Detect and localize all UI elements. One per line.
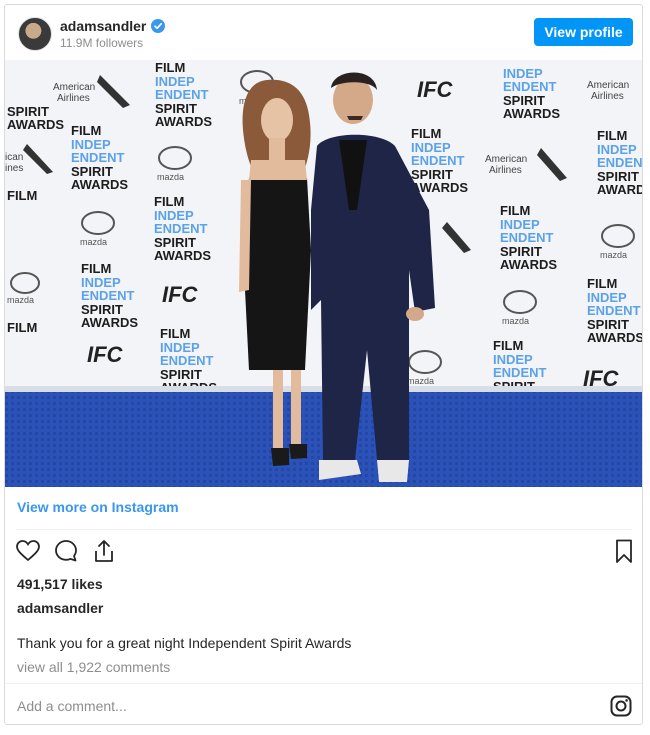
- like-heart-icon[interactable]: [15, 538, 41, 564]
- comment-bubble-icon[interactable]: [53, 538, 79, 564]
- svg-text:AWARDS: AWARDS: [155, 114, 212, 129]
- svg-text:FILM: FILM: [154, 194, 184, 209]
- svg-text:FILM: FILM: [587, 276, 617, 291]
- post-photo[interactable]: FILM FILM FILM FILM FILM FILM FILM FILM …: [5, 60, 642, 487]
- svg-text:ines: ines: [5, 163, 23, 174]
- svg-text:ENDENT: ENDENT: [500, 230, 554, 245]
- svg-text:ENDENT: ENDENT: [81, 288, 135, 303]
- svg-text:ENDENT: ENDENT: [154, 221, 208, 236]
- svg-text:AWARDS: AWARDS: [500, 257, 557, 272]
- svg-text:ENDENT: ENDENT: [160, 353, 214, 368]
- svg-text:ENDENT: ENDENT: [71, 150, 125, 165]
- bookmark-icon[interactable]: [611, 538, 637, 564]
- svg-text:ENDENT: ENDENT: [411, 153, 465, 168]
- svg-text:Airlines: Airlines: [489, 165, 522, 176]
- post-caption: Thank you for a great night Independent …: [17, 635, 352, 651]
- svg-text:mazda: mazda: [80, 237, 107, 247]
- svg-text:American: American: [587, 80, 629, 91]
- svg-text:AWARDS: AWARDS: [81, 315, 138, 330]
- instagram-logo-icon[interactable]: [610, 695, 632, 717]
- svg-text:AWARDS: AWARDS: [154, 248, 211, 263]
- comment-bar: [5, 683, 642, 726]
- svg-text:IFC: IFC: [417, 77, 454, 102]
- svg-text:AWARDS: AWARDS: [7, 117, 64, 132]
- follower-count: 11.9M followers: [60, 36, 144, 50]
- svg-text:IFC: IFC: [162, 282, 199, 307]
- svg-text:FILM: FILM: [81, 261, 111, 276]
- svg-text:American: American: [485, 154, 527, 165]
- svg-text:Airlines: Airlines: [57, 93, 90, 104]
- svg-text:FILM: FILM: [7, 320, 37, 335]
- svg-text:mazda: mazda: [157, 172, 184, 182]
- share-icon[interactable]: [91, 538, 117, 564]
- svg-text:IFC: IFC: [87, 342, 124, 367]
- svg-text:ican: ican: [5, 152, 23, 163]
- svg-text:AWARDS: AWARDS: [71, 177, 128, 192]
- action-bar: [15, 538, 635, 568]
- add-comment-input[interactable]: [15, 694, 579, 718]
- svg-text:FILM: FILM: [155, 60, 185, 75]
- svg-text:FILM: FILM: [160, 326, 190, 341]
- svg-text:Airlines: Airlines: [591, 91, 624, 102]
- svg-text:ENDENT: ENDENT: [587, 303, 641, 318]
- svg-text:FILM: FILM: [411, 126, 441, 141]
- verified-badge-icon: [151, 19, 165, 33]
- svg-text:AWARDS: AWARDS: [597, 182, 642, 197]
- svg-text:AWARDS: AWARDS: [503, 106, 560, 121]
- like-count[interactable]: 491,517 likes: [17, 576, 103, 592]
- svg-text:American: American: [53, 82, 95, 93]
- svg-text:FILM: FILM: [493, 338, 523, 353]
- view-more-on-instagram-link[interactable]: View more on Instagram: [17, 499, 179, 515]
- avatar[interactable]: [18, 17, 52, 51]
- username[interactable]: adamsandler: [60, 18, 146, 34]
- svg-text:ENDENT: ENDENT: [597, 155, 642, 170]
- svg-text:FILM: FILM: [500, 203, 530, 218]
- svg-text:ENDENT: ENDENT: [155, 87, 209, 102]
- post-owner-username[interactable]: adamsandler: [17, 600, 103, 616]
- divider: [17, 529, 631, 530]
- svg-text:mazda: mazda: [502, 316, 529, 326]
- svg-text:FILM: FILM: [71, 123, 101, 138]
- svg-text:mazda: mazda: [600, 250, 627, 260]
- svg-text:mazda: mazda: [407, 376, 434, 386]
- view-all-comments-link[interactable]: view all 1,922 comments: [17, 659, 170, 675]
- view-profile-button[interactable]: View profile: [534, 18, 633, 46]
- svg-text:ENDENT: ENDENT: [493, 365, 547, 380]
- svg-text:AWARDS: AWARDS: [587, 330, 642, 345]
- instagram-embed-card: adamsandler 11.9M followers View profile…: [4, 4, 643, 725]
- svg-text:FILM: FILM: [7, 188, 37, 203]
- post-header: adamsandler 11.9M followers View profile: [5, 5, 642, 60]
- svg-text:ENDENT: ENDENT: [503, 79, 557, 94]
- svg-text:mazda: mazda: [7, 295, 34, 305]
- svg-text:FILM: FILM: [597, 128, 627, 143]
